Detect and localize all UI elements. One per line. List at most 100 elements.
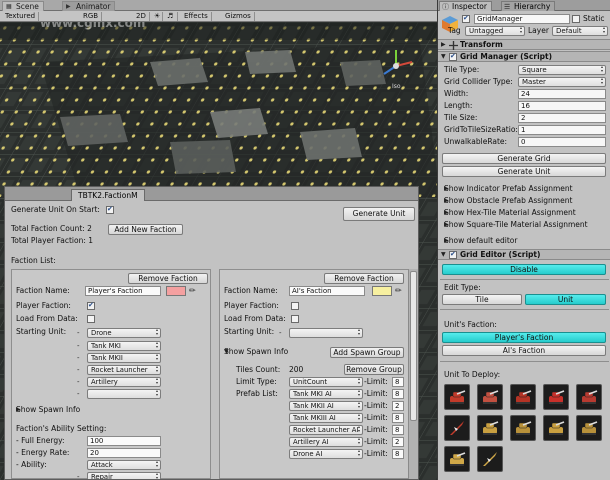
window-title-tab[interactable]: TBTK2.FactionM [71, 189, 145, 201]
add-spawn-group-button[interactable]: Add Spawn Group [330, 347, 404, 358]
generate-unit-on-start-checkbox[interactable] [106, 205, 114, 214]
prefab-limit-input[interactable]: 8 [392, 413, 404, 423]
unit-deploy-button[interactable] [444, 415, 470, 441]
foldout-hex-tile-material[interactable]: ▶ Show Hex-Tile Material Assignment [444, 208, 576, 218]
unit-deploy-button[interactable] [510, 415, 536, 441]
tile-type-dropdown[interactable]: Square [518, 65, 606, 75]
foldout-square-tile-material[interactable]: ▶ Show Square-Tile Material Assignment [444, 220, 588, 230]
prefab-dropdown[interactable]: Tank MKII AI [289, 401, 363, 411]
remove-faction-button[interactable]: Remove Faction [324, 273, 404, 284]
gameobject-active-checkbox[interactable] [462, 14, 470, 23]
prefab-dropdown[interactable]: Drone AI [289, 449, 363, 459]
grid-manager-header[interactable]: ▼ Grid Manager (Script) [438, 51, 610, 62]
prefab-limit-input[interactable]: 8 [392, 449, 404, 459]
shading-mode-dropdown[interactable]: Textured [2, 12, 40, 21]
starting-unit-dropdown[interactable] [87, 389, 161, 399]
unit-deploy-button[interactable] [543, 384, 569, 410]
generate-grid-button[interactable]: Generate Grid [442, 153, 606, 164]
grid-collider-type-dropdown[interactable]: Master [518, 77, 606, 87]
color-mode-dropdown[interactable]: RGB [80, 12, 103, 21]
grid-to-tile-size-ratio-input[interactable]: 1 [518, 125, 606, 135]
layer-dropdown[interactable]: Default [552, 26, 608, 36]
grid-manager-enabled-checkbox[interactable] [449, 52, 457, 61]
faction-name-input[interactable]: AI's Faction [289, 286, 365, 296]
unit-deploy-button[interactable] [576, 384, 602, 410]
tile-size-input[interactable]: 2 [518, 113, 606, 123]
ais-faction-button[interactable]: AI's Faction [442, 345, 606, 356]
scrollbar-thumb[interactable] [410, 271, 417, 421]
foldout-show-default-editor[interactable]: ▶ Show default editor [444, 236, 517, 246]
limit-input[interactable]: 8 [392, 377, 404, 387]
player-faction-checkbox[interactable] [291, 302, 299, 310]
foldout-indicator-prefab[interactable]: ▶ Show Indicator Prefab Assignment [444, 184, 573, 194]
foldout-obstacle-prefab[interactable]: ▶ Show Obstacle Prefab Assignment [444, 196, 572, 206]
faction-color-swatch[interactable] [372, 286, 392, 296]
unit-deploy-button[interactable] [510, 384, 536, 410]
load-from-data-checkbox[interactable] [87, 315, 95, 323]
disable-button[interactable]: Disable [442, 264, 606, 275]
grid-editor-header[interactable]: ▼ Grid Editor (Script) [438, 249, 610, 260]
tag-dropdown[interactable]: Untagged [465, 26, 525, 36]
full-energy-input[interactable]: 100 [87, 436, 161, 446]
faction-color-swatch[interactable] [166, 286, 186, 296]
prefab-dropdown[interactable]: Artillery AI [289, 437, 363, 447]
starting-unit-dropdown[interactable]: Artillery [87, 377, 161, 387]
starting-unit-dropdown[interactable]: Tank MKII [87, 353, 161, 363]
length-input[interactable]: 16 [518, 101, 606, 111]
scene-view[interactable]: Iso www.cgmx.com ▦ Scene ▶ Animator Textur… [0, 0, 437, 480]
unwalkable-rate-input[interactable]: 0 [518, 137, 606, 147]
player-faction-checkbox[interactable] [87, 301, 95, 310]
prefab-limit-input[interactable]: 8 [392, 425, 404, 435]
prefab-dropdown[interactable]: Tank MKI AI [289, 389, 363, 399]
grid-editor-enabled-checkbox[interactable] [449, 250, 457, 259]
effects-dropdown[interactable]: Effects [181, 12, 212, 21]
faction-name-input[interactable]: Player's Faction [85, 286, 161, 296]
energy-rate-input[interactable]: 20 [87, 448, 161, 458]
unit-deploy-button[interactable] [477, 446, 503, 472]
2d-toggle[interactable]: 2D [133, 12, 150, 21]
width-input[interactable]: 24 [518, 89, 606, 99]
starting-unit-dropdown[interactable]: Tank MKI [87, 341, 161, 351]
unit-deploy-button[interactable] [477, 384, 503, 410]
edit-type-unit-button[interactable]: Unit [525, 294, 606, 305]
edit-type-tile-button[interactable]: Tile [442, 294, 522, 305]
audio-toggle[interactable]: ♬ [164, 12, 178, 21]
eyedropper-icon[interactable]: ✏ [395, 286, 403, 296]
starting-unit-dropdown[interactable]: Drone [87, 328, 161, 338]
transform-header[interactable]: ▶ Transform [438, 39, 610, 50]
tab-animator[interactable]: ▶ Animator [62, 1, 116, 11]
unit-deploy-button[interactable] [477, 415, 503, 441]
static-checkbox[interactable] [572, 15, 580, 23]
limit-type-dropdown[interactable]: UnitCount [289, 377, 363, 387]
ability-dropdown[interactable]: Repair [87, 472, 161, 479]
unit-deploy-button[interactable] [444, 446, 470, 472]
add-new-faction-button[interactable]: Add New Faction [108, 224, 183, 235]
unit-deploy-button[interactable] [543, 415, 569, 441]
tab-scene[interactable]: ▦ Scene [2, 1, 44, 11]
generate-unit-button[interactable]: Generate Unit [343, 207, 415, 221]
tab-hierarchy[interactable]: ☰ Hierarchy [501, 1, 556, 11]
prefab-dropdown[interactable]: Rocket Launcher AI [289, 425, 363, 435]
faction-list-scrollbar[interactable] [408, 269, 418, 479]
load-from-data-checkbox[interactable] [291, 315, 299, 323]
lighting-toggle[interactable]: ☀ [151, 12, 163, 21]
prefab-limit-input[interactable]: 2 [392, 401, 404, 411]
tab-inspector[interactable]: ⓘ Inspector [439, 1, 492, 11]
gameobject-name-input[interactable]: GridManager [474, 14, 570, 24]
prefab-dropdown[interactable]: Tank MKIII AI [289, 413, 363, 423]
ability-dropdown[interactable]: Attack [87, 460, 161, 470]
eyedropper-icon[interactable]: ✏ [189, 286, 197, 296]
show-spawn-info-foldout[interactable]: ▼ Show Spawn Info [224, 347, 288, 357]
prefab-limit-input[interactable]: 8 [392, 389, 404, 399]
starting-unit-dropdown[interactable]: Rocket Launcher [87, 365, 161, 375]
remove-faction-button[interactable]: Remove Faction [128, 273, 208, 284]
prefab-limit-input[interactable]: 2 [392, 437, 404, 447]
unit-deploy-button[interactable] [576, 415, 602, 441]
remove-group-button[interactable]: Remove Group [344, 364, 404, 375]
starting-unit-dropdown[interactable] [289, 328, 363, 338]
gizmos-dropdown[interactable]: Gizmos [222, 12, 255, 21]
players-faction-button[interactable]: Player's Faction [442, 332, 606, 343]
generate-unit-button[interactable]: Generate Unit [442, 166, 606, 177]
show-spawn-info-foldout[interactable]: ▶ Show Spawn Info [16, 405, 80, 415]
unit-deploy-button[interactable] [444, 384, 470, 410]
